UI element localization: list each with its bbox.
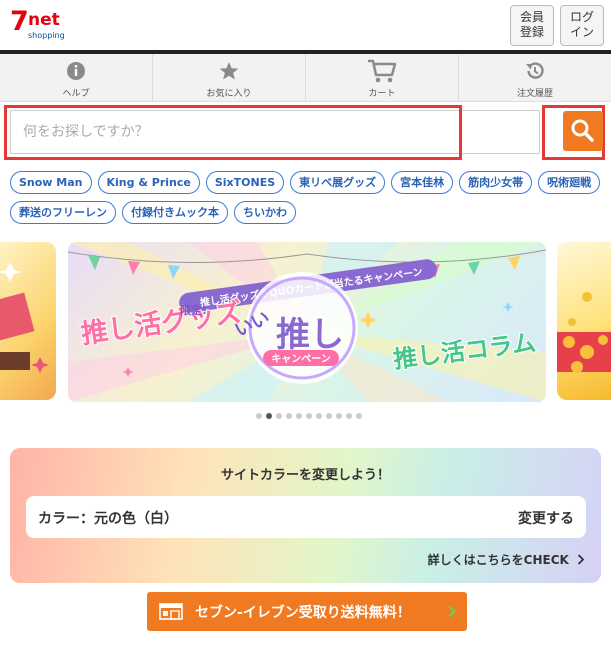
tag-kinniku-shoujotai[interactable]: 筋肉少女帯 (459, 171, 533, 194)
cart-icon (368, 59, 397, 83)
login-button[interactable]: ログ イン (560, 5, 604, 46)
carousel-dot[interactable] (346, 413, 352, 419)
logo-shopping: shopping (28, 31, 65, 40)
carousel-dots (256, 413, 362, 419)
chevron-right-icon (577, 554, 585, 565)
color-more-label: 詳しくはこちらをCHECK (427, 553, 569, 567)
search-button[interactable] (563, 111, 603, 151)
tag-jujutsu-kaisen[interactable]: 呪術廻戦 (538, 171, 601, 194)
carousel-dot[interactable] (286, 413, 292, 419)
tag-snow-man[interactable]: Snow Man (10, 171, 92, 194)
search-input-highlight (4, 105, 462, 160)
7net-logo[interactable]: 7 net shopping (10, 6, 65, 46)
search-area (0, 102, 611, 160)
tag-sixtones[interactable]: SixTONES (205, 171, 285, 194)
tag-miyamoto-karin[interactable]: 宮本佳林 (391, 171, 454, 194)
star-icon (219, 62, 239, 80)
banner-left-text: 推し活グッズ (79, 296, 244, 350)
carousel-prev-banner[interactable] (0, 242, 56, 400)
tag-toribe-goods[interactable]: 東リベ展グッズ (290, 171, 386, 194)
chevron-right-icon (448, 605, 457, 618)
tag-king-prince[interactable]: King & Prince (97, 171, 200, 194)
site-header: 7 net shopping 会員 登録 ログ イン (0, 0, 611, 50)
history-icon (526, 62, 544, 79)
seven-eleven-pickup-banner[interactable]: セブン-イレブン受取り送料無料！ (147, 592, 467, 631)
keyword-tags: Snow Man King & Prince SixTONES 東リベ展グッズ … (10, 171, 606, 224)
change-color-button[interactable]: 変更する (518, 508, 574, 528)
global-nav: ヘルプ お気に入り カート 注文履歴 (0, 54, 611, 102)
logo-net: net (28, 10, 60, 30)
current-color-label: カラー：元の色（白） (38, 511, 178, 527)
tag-frieren[interactable]: 葬送のフリーレン (10, 201, 116, 224)
carousel-next-banner[interactable] (557, 242, 611, 400)
prev-banner-art (0, 262, 49, 373)
search-icon (571, 119, 594, 142)
banner-limited-text: 限定! (180, 303, 207, 317)
carousel-dot[interactable] (356, 413, 362, 419)
nav-cart[interactable]: カート (306, 54, 459, 101)
carousel-dot[interactable] (306, 413, 312, 419)
tag-mook-with-appendix[interactable]: 付録付きムック本 (122, 201, 228, 224)
tag-chiikawa[interactable]: ちいかわ (234, 201, 296, 224)
info-icon (67, 62, 85, 80)
carousel-dot[interactable] (336, 413, 342, 419)
oshikatsu-campaign-banner: 推し活グッズやQUOカードが当たるキャンペーン 推し活グッズ 限定! いい 推し… (68, 242, 546, 402)
carousel-dot[interactable] (326, 413, 332, 419)
nav-help-label: ヘルプ (62, 89, 90, 99)
color-panel-title: サイトカラーを変更しよう！ (220, 468, 390, 483)
color-more-link[interactable]: 詳しくはこちらをCHECK (428, 551, 585, 568)
carousel-dot[interactable] (256, 413, 262, 419)
member-register-button[interactable]: 会員 登録 (510, 5, 554, 46)
nav-order-history-label: 注文履歴 (516, 89, 553, 99)
store-icon (159, 603, 183, 620)
carousel-dot[interactable] (296, 413, 302, 419)
nav-help[interactable]: ヘルプ (0, 54, 153, 101)
nav-favorites[interactable]: お気に入り (153, 54, 306, 101)
banner-badge-text: キャンペーン (271, 353, 331, 365)
carousel-active-banner[interactable]: 推し活グッズやQUOカードが当たるキャンペーン 推し活グッズ 限定! いい 推し… (68, 242, 546, 402)
carousel-dot-active[interactable] (266, 413, 272, 419)
nav-cart-label: カート (368, 89, 396, 99)
promo-label: セブン-イレブン受取り送料無料！ (195, 605, 411, 621)
site-color-panel: サイトカラーを変更しよう！ カラー：元の色（白） 変更する 詳しくはこちらをCH… (10, 448, 601, 583)
banner-center-text: 推し (276, 315, 344, 355)
nav-favorites-label: お気に入り (206, 89, 252, 99)
logo-7: 7 (10, 6, 29, 37)
carousel-dot[interactable] (276, 413, 282, 419)
carousel-dot[interactable] (316, 413, 322, 419)
color-select-box[interactable]: カラー：元の色（白） 変更する (26, 496, 586, 538)
next-banner-art (557, 292, 611, 373)
nav-order-history[interactable]: 注文履歴 (459, 54, 611, 101)
